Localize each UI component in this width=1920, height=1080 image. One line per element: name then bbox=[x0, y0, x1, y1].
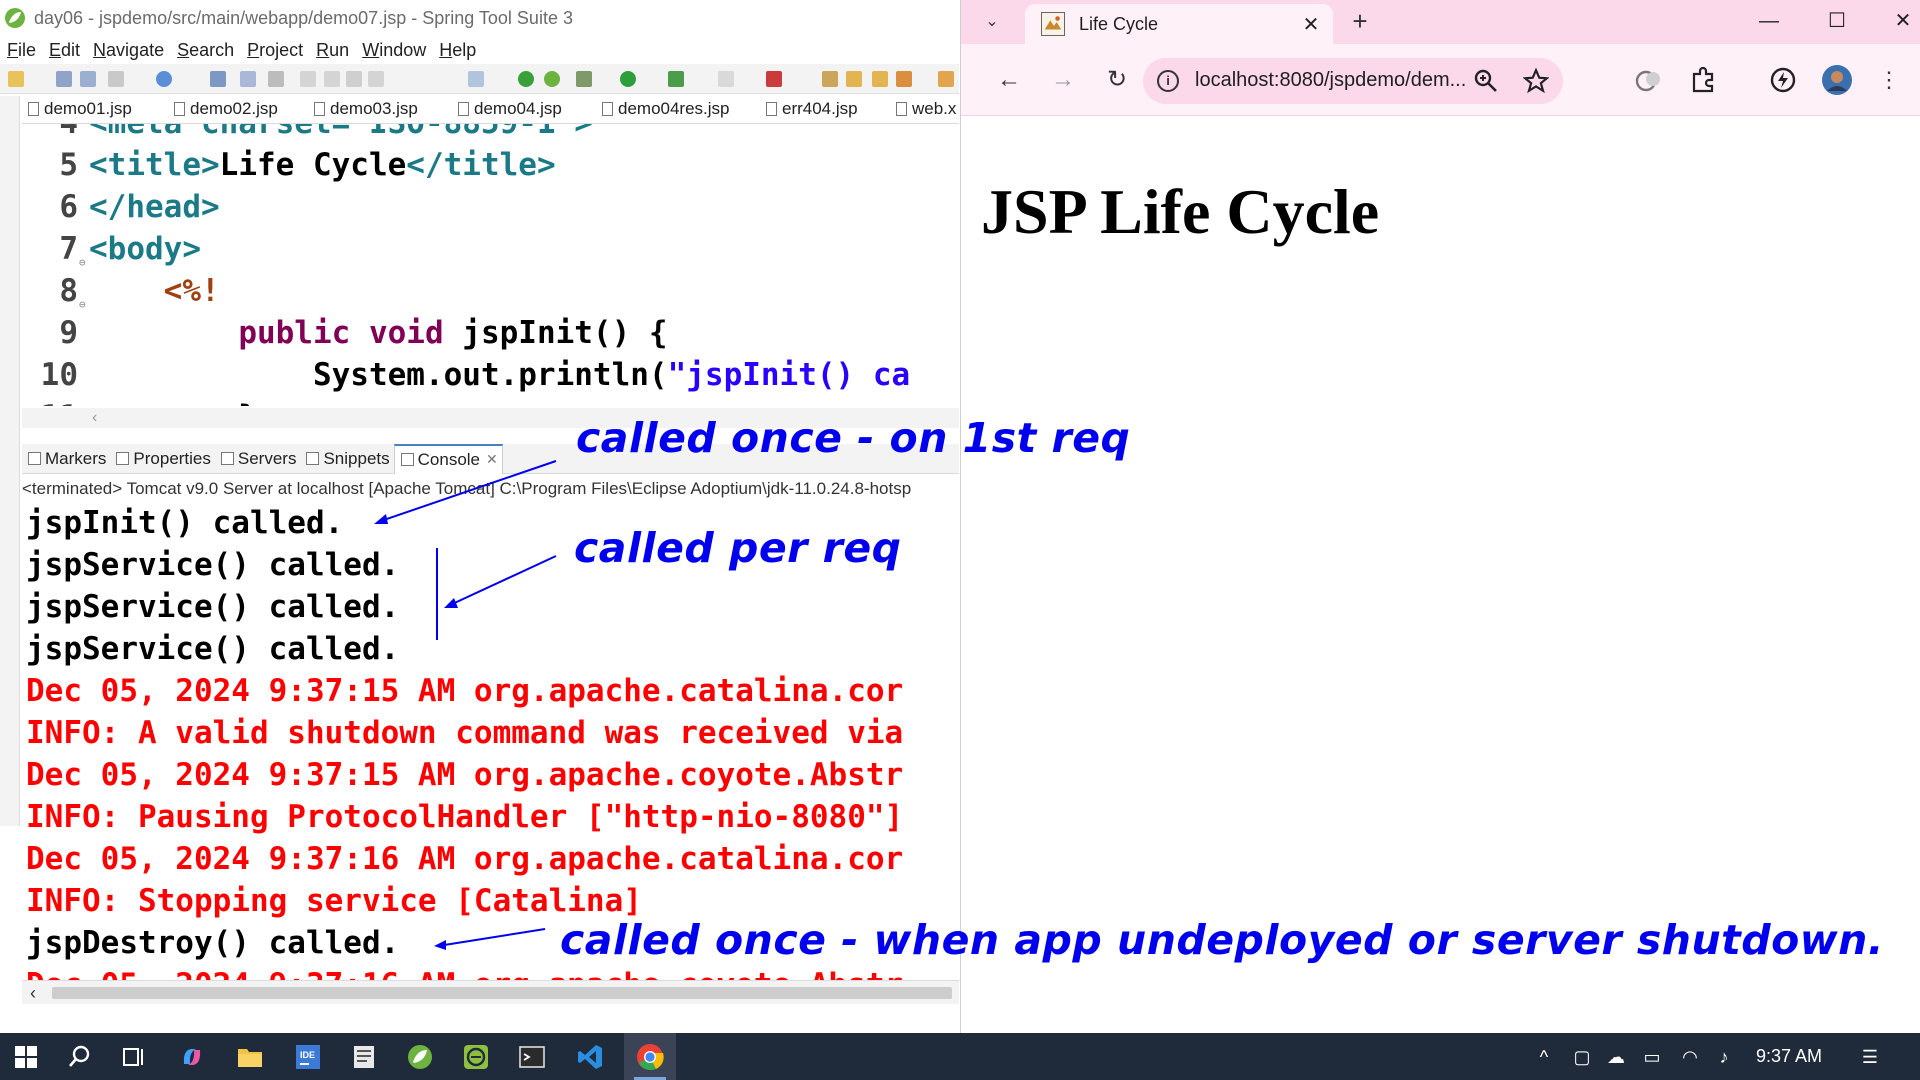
svg-text:IDE: IDE bbox=[300, 1050, 315, 1060]
spring-tool-suite-icon bbox=[408, 1044, 432, 1069]
file-explorer-icon bbox=[238, 1048, 262, 1067]
wifi-icon[interactable]: ◠ bbox=[1678, 1045, 1702, 1069]
chrome-icon bbox=[637, 1043, 664, 1070]
task-view-icon bbox=[123, 1047, 143, 1066]
annotation-arrow-per-req bbox=[447, 555, 557, 607]
terminal-icon bbox=[519, 1045, 545, 1068]
copilot-button[interactable] bbox=[168, 1033, 216, 1080]
search-button[interactable] bbox=[56, 1033, 104, 1080]
chrome-button[interactable] bbox=[624, 1033, 676, 1080]
file-explorer-button[interactable] bbox=[226, 1033, 274, 1080]
annotation-arrowhead-per-req bbox=[444, 598, 458, 608]
annotation-arrowhead-first bbox=[374, 514, 388, 524]
spring-tool-suite-button[interactable] bbox=[396, 1033, 444, 1080]
notifications-icon[interactable]: ☰ bbox=[1858, 1045, 1882, 1069]
taskbar: IDE ^ ▢ ☁ ▭ ◠ ♪ 9:37 AM ☰ bbox=[0, 1033, 1920, 1080]
task-view-button[interactable] bbox=[110, 1033, 158, 1080]
notepad-icon bbox=[354, 1045, 374, 1068]
start-button[interactable] bbox=[2, 1033, 50, 1080]
intellij-icon: IDE bbox=[296, 1044, 320, 1069]
search-icon bbox=[69, 1045, 90, 1067]
annotation-arrow-destroy bbox=[437, 928, 546, 947]
eclipse-button[interactable] bbox=[452, 1033, 500, 1080]
annotation-called-once-first: called once - on 1st req bbox=[576, 414, 1131, 462]
show-hidden-icons-chevron-icon[interactable]: ^ bbox=[1532, 1045, 1556, 1069]
volume-icon[interactable]: ♪ bbox=[1712, 1045, 1736, 1069]
windows-start-icon bbox=[15, 1045, 37, 1068]
battery-icon[interactable]: ▭ bbox=[1640, 1045, 1664, 1069]
notepad-button[interactable] bbox=[340, 1033, 388, 1080]
clock[interactable]: 9:37 AM bbox=[1756, 1033, 1822, 1080]
annotation-arrowhead-destroy bbox=[434, 940, 446, 950]
intellij-button[interactable]: IDE bbox=[284, 1033, 332, 1080]
vscode-button[interactable] bbox=[566, 1033, 614, 1080]
eclipse-icon bbox=[464, 1044, 488, 1069]
annotation-arrow-first bbox=[377, 460, 557, 523]
terminal-button[interactable] bbox=[508, 1033, 556, 1080]
onedrive-icon[interactable]: ☁ bbox=[1604, 1045, 1628, 1069]
annotation-called-per-req: called per req bbox=[574, 524, 902, 572]
meet-now-icon[interactable]: ▢ bbox=[1570, 1045, 1594, 1069]
annotation-called-once-destroy: called once - when app undeployed or ser… bbox=[560, 916, 1884, 964]
copilot-icon bbox=[183, 1048, 201, 1065]
annotation-arrows bbox=[374, 460, 557, 950]
vscode-icon bbox=[578, 1044, 602, 1069]
